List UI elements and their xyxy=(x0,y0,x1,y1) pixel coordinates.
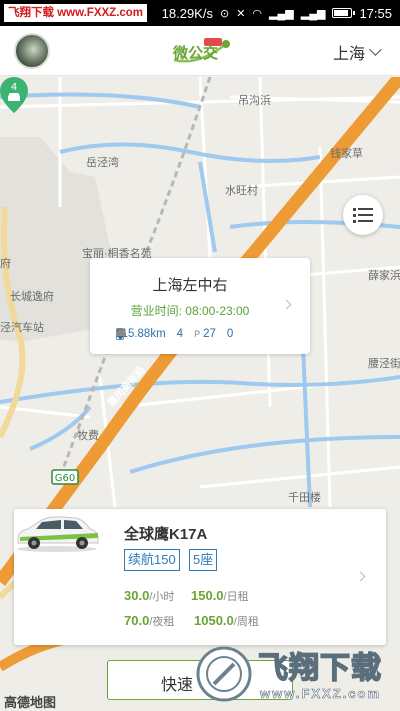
avatar[interactable] xyxy=(14,33,50,69)
wifi-icon: ◠ xyxy=(252,7,263,20)
charger-icon xyxy=(116,328,124,340)
station-parking-count: 27 xyxy=(203,328,216,340)
map-label: 水旺村 xyxy=(225,185,258,197)
city-selector[interactable]: 上海 xyxy=(332,40,382,64)
car-count-stat: 4 xyxy=(117,328,184,340)
clock: 17:55 xyxy=(359,5,392,21)
parking-stat: P 27 xyxy=(194,328,216,340)
network-speed: 18.29K/s xyxy=(161,5,213,21)
watermark-text: 飞翔下载 xyxy=(257,651,382,686)
status-bar-right: 18.29K/s ⊙ ✕ ◠ ▂▄▆ ▂▄▆ 17:55 xyxy=(162,0,392,26)
map-label: 吊沟浜 xyxy=(238,95,271,107)
station-stats: 115.88km 4 P 27 0 xyxy=(116,328,233,340)
chevron-down-icon xyxy=(369,43,382,56)
pin-count: 4 xyxy=(11,82,17,93)
hourly-price: 30.0/小时 xyxy=(124,588,175,603)
map-label: 千田楼 xyxy=(288,492,321,504)
signal-icon-2: ▂▄▆ xyxy=(300,7,326,20)
weekly-price: 1050.0/周租 xyxy=(194,613,259,628)
app-logo: 微公交 xyxy=(172,38,230,63)
list-icon xyxy=(353,208,356,211)
map-label: 牧费 xyxy=(77,430,99,442)
status-bar: 飞翔下载 www.FXXZ.com 18.29K/s ⊙ ✕ ◠ ▂▄▆ ▂▄▆… xyxy=(0,0,400,26)
map-label: 岳泾湾 xyxy=(86,157,119,169)
battery-level xyxy=(334,10,349,16)
station-pin[interactable]: 4 xyxy=(0,77,28,113)
seats-tag: 5座 xyxy=(189,549,218,571)
map-label: 泾汽车站 xyxy=(0,322,44,334)
station-car-count: 4 xyxy=(176,328,184,340)
app-header: 微公交 上海 xyxy=(0,26,400,76)
car-info-card[interactable]: 全球鹰K17A 续航150 5座 30.0/小时 150.0/日租 70.0/夜… xyxy=(14,509,386,645)
station-charger-count: 0 xyxy=(226,328,234,340)
map-label: 薛家浜 xyxy=(368,270,400,282)
watermark-url: www.FXXZ.com xyxy=(260,686,382,702)
map-label: 钱家草 xyxy=(330,148,363,160)
station-hours: 营业时间: 08:00-23:00 xyxy=(130,304,250,318)
map-credit: 高德地图 xyxy=(4,695,57,710)
station-info-card[interactable]: 上海左中右 营业时间: 08:00-23:00 115.88km 4 P 27 … xyxy=(90,258,310,354)
signal-icon: ▂▄▆ xyxy=(269,7,294,20)
station-list-button[interactable] xyxy=(343,195,383,235)
map-view[interactable]: G60 嘉闵高架路 吊沟浜 钱家草 岳泾湾 水旺村 宝丽·桐香名苑 府 长城逸府… xyxy=(0,77,400,711)
chevron-right-icon xyxy=(355,571,366,582)
night-price: 70.0/夜租 xyxy=(124,613,175,628)
map-road-shield: G60 xyxy=(55,473,75,484)
charger-stat: 0 xyxy=(116,328,234,340)
battery-icon xyxy=(332,8,356,18)
map-label: 府 xyxy=(0,258,11,270)
watermark-top: 飞翔下载 www.FXXZ.com xyxy=(4,4,148,22)
station-name: 上海左中右 xyxy=(152,277,228,294)
logo-text: 微公交 xyxy=(172,44,218,62)
city-label: 上海 xyxy=(332,46,365,63)
quick-rent-label: 快速 xyxy=(161,677,194,694)
map-label: 腰泾街 xyxy=(368,358,400,370)
daily-price: 150.0/日租 xyxy=(191,588,249,603)
car-model-name: 全球鹰K17A xyxy=(124,526,208,543)
mute-icon: ✕ xyxy=(236,7,246,20)
location-icon: ⊙ xyxy=(219,7,230,20)
car-image xyxy=(17,516,99,552)
range-tag: 续航150 xyxy=(124,549,180,571)
map-label: 长城逸府 xyxy=(10,291,54,303)
parking-icon: P xyxy=(194,329,201,339)
